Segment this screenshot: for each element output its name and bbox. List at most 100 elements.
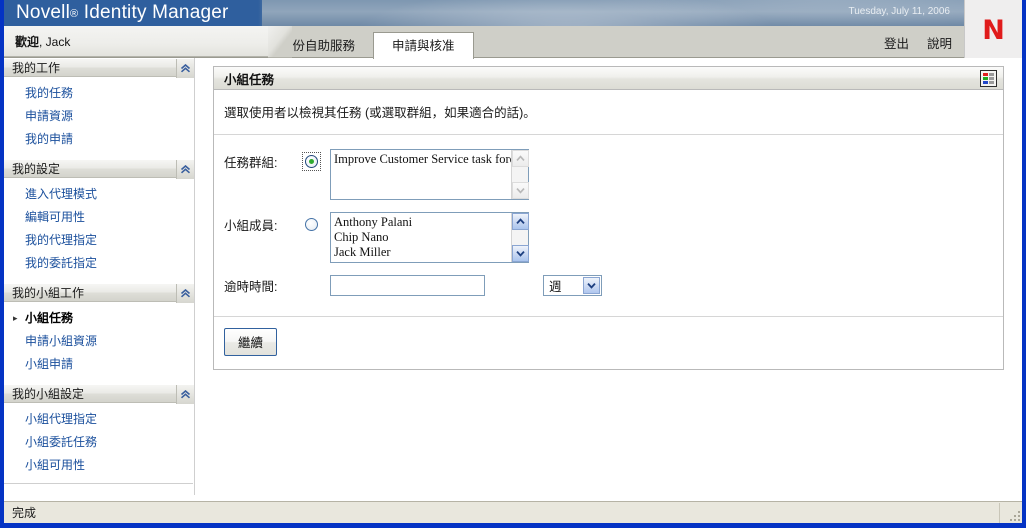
chevron-up-icon[interactable] [176, 59, 194, 78]
sidebar-bottom-divider [4, 483, 193, 484]
sidebar-item-my-tasks[interactable]: 我的任務 [4, 82, 194, 105]
product-title: Novell® Identity Manager [16, 2, 229, 24]
timeout-unit-value: 週 [549, 280, 562, 294]
sidebar-item-enter-proxy-mode[interactable]: 進入代理模式 [4, 183, 194, 206]
team-members-radio[interactable] [304, 218, 318, 231]
sidebar-item-my-delegate-assignments[interactable]: 我的委託指定 [4, 252, 194, 275]
chevron-up-icon[interactable] [176, 284, 194, 303]
sidebar-item-team-delegate-tasks[interactable]: 小組委託任務 [4, 431, 194, 454]
task-group-radio-focus-ring [301, 152, 321, 171]
welcome-user: , Jack [39, 35, 71, 49]
panel-actions: 繼續 [214, 317, 1003, 369]
list-item[interactable]: Jack Miller [334, 245, 508, 260]
sidebar-item-team-availability[interactable]: 小組可用性 [4, 454, 194, 477]
scroll-up-icon[interactable] [512, 150, 529, 167]
team-members-radio-cell [292, 212, 330, 234]
logout-link[interactable]: 登出 [884, 33, 909, 52]
team-tasks-panel: 小組任務 選取使用者以檢視其任務 (或選取群組，如果適合的話)。 任務群組: I… [213, 66, 1004, 370]
tab-requests-and-approvals[interactable]: 申請與核准 [373, 32, 474, 59]
color-grid-glyph [983, 73, 994, 84]
sidebar-item-request-resources[interactable]: 申請資源 [4, 105, 194, 128]
list-item[interactable]: Improve Customer Service task force [334, 152, 511, 167]
novell-logo: N [964, 0, 1022, 58]
header-tab-row: 歡迎, Jack 身份自助服務 申請與核准 登出 說明 [4, 26, 1022, 59]
nav-group-header: 我的小組工作 [4, 283, 194, 303]
timeout-input[interactable] [330, 275, 485, 296]
registered-mark-icon: ® [70, 8, 79, 20]
team-members-label: 小組成員: [224, 219, 278, 233]
continue-button[interactable]: 繼續 [224, 328, 278, 356]
task-group-radio[interactable] [304, 155, 318, 168]
team-members-scrollbar[interactable] [511, 213, 529, 262]
product-name: Novell [16, 2, 70, 23]
welcome-panel: 歡迎, Jack [4, 26, 292, 58]
sidebar-item-team-requests[interactable]: 小組申請 [4, 353, 194, 376]
sidebar-navigation: 我的工作 我的任務 申請資源 我的申請 我的設定 進入代理模式 編輯可用性 我的… [4, 58, 195, 495]
form-row-timeout: 逾時時間: 週 [224, 275, 993, 296]
status-text: 完成 [12, 506, 37, 520]
task-group-label: 任務群組: [224, 156, 278, 170]
status-bar: 完成 [4, 501, 1022, 523]
nav-group-items: 進入代理模式 編輯可用性 我的代理指定 我的委託指定 [4, 178, 194, 282]
team-members-listbox[interactable]: Anthony Palani Chip Nano Jack Miller [330, 212, 529, 263]
chevron-down-icon[interactable] [583, 277, 600, 294]
timeout-label: 逾時時間: [224, 280, 278, 294]
resize-grip-icon[interactable] [1006, 508, 1020, 521]
scroll-down-icon[interactable] [512, 245, 529, 262]
page-title: 小組任務 [224, 72, 275, 87]
scroll-down-icon[interactable] [512, 182, 529, 199]
nav-group-title: 我的設定 [12, 162, 61, 176]
nav-group-title: 我的小組工作 [12, 286, 85, 300]
nav-group-header: 我的工作 [4, 58, 194, 78]
scrollbar-track[interactable] [512, 167, 528, 182]
nav-group-my-team-settings: 我的小組設定 小組代理指定 小組委託任務 小組可用性 [4, 384, 194, 484]
page-body: 我的工作 我的任務 申請資源 我的申請 我的設定 進入代理模式 編輯可用性 我的… [4, 58, 1022, 495]
color-grid-icon[interactable] [980, 70, 997, 87]
nav-group-my-team-work: 我的小組工作 小組任務 申請小組資源 小組申請 [4, 283, 194, 383]
sidebar-item-request-team-resources[interactable]: 申請小組資源 [4, 330, 194, 353]
nav-group-items: 我的任務 申請資源 我的申請 [4, 77, 194, 158]
form-row-task-group: 任務群組: Improve Customer Service task forc… [224, 149, 993, 200]
nav-group-header: 我的設定 [4, 159, 194, 179]
task-group-options: Improve Customer Service task force [331, 150, 511, 199]
sidebar-item-my-proxy-assignments[interactable]: 我的代理指定 [4, 229, 194, 252]
team-tasks-form: 任務群組: Improve Customer Service task forc… [214, 135, 1003, 312]
sidebar-item-edit-availability[interactable]: 編輯可用性 [4, 206, 194, 229]
panel-header: 小組任務 [214, 67, 1003, 90]
timeout-unit-select[interactable]: 週 [543, 275, 602, 296]
header-links: 登出 說明 [884, 33, 952, 52]
chevron-up-icon[interactable] [176, 385, 194, 404]
main-content: 小組任務 選取使用者以檢視其任務 (或選取群組，如果適合的話)。 任務群組: I… [195, 58, 1022, 495]
nav-group-items: 小組代理指定 小組委託任務 小組可用性 [4, 403, 194, 484]
sidebar-item-team-proxy-assignments[interactable]: 小組代理指定 [4, 408, 194, 431]
nav-group-title: 我的小組設定 [12, 387, 85, 401]
task-group-listbox[interactable]: Improve Customer Service task force [330, 149, 529, 200]
scrollbar-track[interactable] [512, 230, 528, 245]
status-separator [999, 503, 1000, 523]
list-item[interactable]: Anthony Palani [334, 215, 508, 230]
scroll-up-icon[interactable] [512, 213, 529, 230]
task-group-radio-cell [292, 149, 330, 171]
team-members-radio-wrap [302, 215, 321, 234]
panel-description: 選取使用者以檢視其任務 (或選取群組，如果適合的話)。 [214, 90, 1003, 135]
nav-group-header: 我的小組設定 [4, 384, 194, 404]
nav-group-my-work: 我的工作 我的任務 申請資源 我的申請 [4, 58, 194, 158]
main-tabs: 身份自助服務 申請與核准 [262, 26, 474, 59]
task-group-scrollbar[interactable] [511, 150, 529, 199]
product-banner: Novell® Identity Manager Tuesday, July 1… [4, 0, 1022, 26]
welcome-prefix: 歡迎 [15, 35, 40, 49]
form-row-team-members: 小組成員: Anthony Palani Chip Nano Jack Mill… [224, 212, 993, 263]
team-members-options: Anthony Palani Chip Nano Jack Miller [331, 213, 511, 262]
banner-date: Tuesday, July 11, 2006 [848, 6, 950, 17]
nav-group-my-settings: 我的設定 進入代理模式 編輯可用性 我的代理指定 我的委託指定 [4, 159, 194, 282]
nav-group-items: 小組任務 申請小組資源 小組申請 [4, 302, 194, 383]
sidebar-item-my-requests[interactable]: 我的申請 [4, 128, 194, 151]
novell-n-icon: N [982, 14, 1005, 46]
help-link[interactable]: 說明 [927, 33, 952, 52]
product-suffix: Identity Manager [83, 2, 229, 23]
chevron-up-icon[interactable] [176, 160, 194, 179]
nav-group-title: 我的工作 [12, 61, 61, 75]
list-item[interactable]: Chip Nano [334, 230, 508, 245]
welcome-message: 歡迎, Jack [15, 33, 70, 50]
sidebar-item-team-tasks[interactable]: 小組任務 [4, 307, 194, 330]
